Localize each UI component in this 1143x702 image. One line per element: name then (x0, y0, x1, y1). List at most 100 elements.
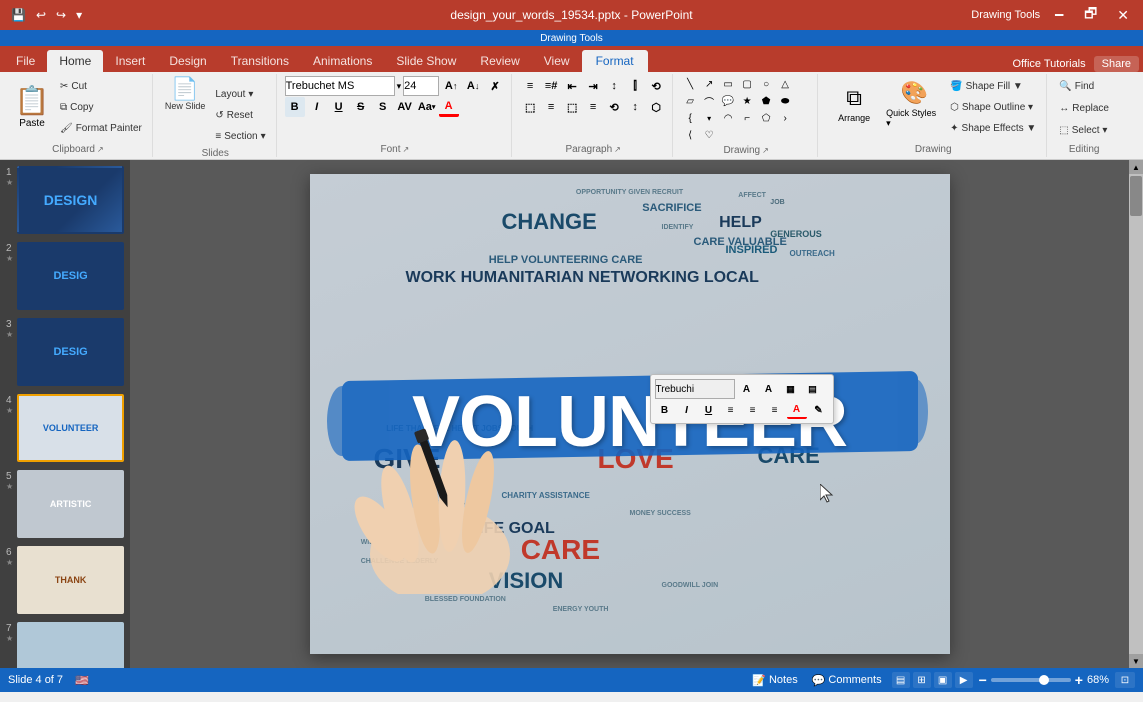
curve-shape[interactable]: ⌒ (700, 93, 718, 109)
line-shape[interactable]: ╲ (681, 76, 699, 92)
slide-6-thumb[interactable]: THANK (17, 546, 124, 614)
clear-format-button[interactable]: ✗ (485, 76, 505, 96)
slide-item-1[interactable]: 1 ★ DESIGN (4, 164, 126, 236)
slide-3-thumb[interactable]: DESIG (17, 318, 124, 386)
scroll-up-btn[interactable]: ▲ (1129, 160, 1143, 174)
font-size-select[interactable]: 24 (403, 76, 439, 96)
align-right-button[interactable]: ⬚ (562, 97, 582, 117)
mt-align-right[interactable]: ≡ (765, 401, 785, 419)
slideshow-btn[interactable]: ▶ (955, 672, 973, 688)
fit-slide-btn[interactable]: ⊡ (1115, 672, 1135, 688)
slide-sorter-btn[interactable]: ⊞ (913, 672, 931, 688)
connector-shape[interactable]: ⌐ (738, 110, 756, 126)
convert-smartart-button[interactable]: ⬡ (646, 97, 666, 117)
zoom-minus-btn[interactable]: − (979, 672, 987, 688)
grow-font-button[interactable]: A↑ (441, 76, 461, 96)
slide-2-thumb[interactable]: DESIG (17, 242, 124, 310)
line-spacing-button[interactable]: ↕ (604, 76, 624, 96)
bold-button[interactable]: B (285, 97, 305, 117)
slide-item-5[interactable]: 5 ★ ARTISTIC (4, 468, 126, 540)
slide-canvas[interactable]: OPPORTUNITY GIVEN RECRUIT SACRIFICE AFFE… (310, 174, 950, 654)
paste-button[interactable]: 📋 Paste (10, 76, 54, 136)
reading-view-btn[interactable]: ▣ (934, 672, 952, 688)
star-shape[interactable]: ★ (738, 93, 756, 109)
zoom-slider[interactable] (991, 678, 1071, 682)
slide-4-thumb[interactable]: VOLUNTEER (17, 394, 124, 462)
callout-shape[interactable]: 💬 (719, 93, 737, 109)
increase-indent-button[interactable]: ⇥ (583, 76, 603, 96)
align-left-button[interactable]: ⬚ (520, 97, 540, 117)
slide-item-7[interactable]: 7 ★ (4, 620, 126, 668)
arrange-button[interactable]: ⧉ Arrange (826, 76, 882, 132)
heart-shape[interactable]: ♡ (700, 127, 718, 143)
tab-insert[interactable]: Insert (103, 50, 157, 72)
notes-btn[interactable]: 📝 Notes (748, 673, 801, 688)
clipboard-expand-icon[interactable]: ↗ (97, 145, 104, 154)
ribbon-shape[interactable]: ⟨ (681, 127, 699, 143)
close-btn[interactable]: ✕ (1111, 5, 1135, 26)
tab-animations[interactable]: Animations (301, 50, 384, 72)
tab-transitions[interactable]: Transitions (219, 50, 301, 72)
paragraph-expand-icon[interactable]: ↗ (614, 145, 621, 154)
mt-font-color[interactable]: A (787, 401, 807, 419)
italic-button[interactable]: I (307, 97, 327, 117)
tab-view[interactable]: View (532, 50, 582, 72)
tab-design[interactable]: Design (157, 50, 218, 72)
arc-shape[interactable]: ◠ (719, 110, 737, 126)
mt-border-1[interactable]: ▦ (781, 380, 801, 398)
custom-shape[interactable]: ⬟ (757, 93, 775, 109)
quick-styles-button[interactable]: 🎨 Quick Styles ▾ (886, 76, 942, 132)
reset-button[interactable]: ↺ Reset (211, 105, 269, 125)
shrink-font-button[interactable]: A↓ (463, 76, 483, 96)
replace-button[interactable]: ↔ Replace (1055, 98, 1113, 118)
drawing-expand-icon[interactable]: ↗ (762, 146, 769, 155)
shape-outline-button[interactable]: ⬡ Shape Outline ▾ (946, 97, 1040, 117)
text-direction-button[interactable]: ⟲ (604, 97, 624, 117)
mt-font-size-up[interactable]: A (737, 380, 757, 398)
tri-shape[interactable]: △ (776, 76, 794, 92)
rect-shape[interactable]: ▭ (719, 76, 737, 92)
font-expand-icon[interactable]: ↗ (403, 145, 410, 154)
slide-7-thumb[interactable] (17, 622, 124, 668)
brace-shape[interactable]: { (681, 110, 699, 126)
strikethrough-button[interactable]: S (351, 97, 371, 117)
minimize-btn[interactable]: 🗕 (1048, 1, 1070, 29)
pentagon-shape[interactable]: ⬠ (757, 110, 775, 126)
para-shape[interactable]: ▱ (681, 93, 699, 109)
copy-button[interactable]: ⧉ Copy (56, 97, 146, 117)
shape-fill-button[interactable]: 🪣 Shape Fill ▼ (946, 76, 1040, 96)
mt-italic[interactable]: I (677, 401, 697, 419)
slide-item-3[interactable]: 3 ★ DESIG (4, 316, 126, 388)
cut-button[interactable]: ✂ Cut (56, 76, 146, 96)
tab-share[interactable]: Share (1094, 56, 1139, 72)
round-rect-shape[interactable]: ▢ (738, 76, 756, 92)
new-slide-button[interactable]: 📄 New Slide (161, 76, 210, 113)
numbering-button[interactable]: ≡# (541, 76, 561, 96)
mt-align-center[interactable]: ≡ (743, 401, 763, 419)
mt-highlight[interactable]: ✎ (809, 401, 829, 419)
find-button[interactable]: 🔍 Find (1055, 76, 1098, 96)
layout-button[interactable]: Layout▾ (211, 84, 269, 104)
more-shapes-btn[interactable]: ▾ (700, 110, 718, 126)
mt-underline[interactable]: U (699, 401, 719, 419)
select-button[interactable]: ⬚ Select ▾ (1055, 120, 1111, 140)
spacing-button[interactable]: AV (395, 97, 415, 117)
tab-office-tutorials[interactable]: Office Tutorials (1012, 58, 1085, 70)
mt-font-size-down[interactable]: A (759, 380, 779, 398)
mt-bold[interactable]: B (655, 401, 675, 419)
mt-font-select[interactable]: Trebuchi (655, 379, 735, 399)
slide-item-4[interactable]: 4 ★ VOLUNTEER (4, 392, 126, 464)
tab-review[interactable]: Review (468, 50, 531, 72)
columns-button[interactable]: ⫿ (625, 76, 645, 96)
comments-btn[interactable]: 💬 Comments (808, 673, 886, 688)
slide-item-2[interactable]: 2 ★ DESIG (4, 240, 126, 312)
save-icon[interactable]: 💾 (8, 6, 29, 24)
font-family-select[interactable]: Trebuchet MS (285, 76, 395, 96)
tab-slideshow[interactable]: Slide Show (384, 50, 468, 72)
customize-icon[interactable]: ▾ (73, 6, 85, 24)
decrease-indent-button[interactable]: ⇤ (562, 76, 582, 96)
cylinder-shape[interactable]: ⬬ (776, 93, 794, 109)
format-painter-button[interactable]: 🖌 Format Painter (56, 118, 146, 138)
slide-5-thumb[interactable]: ARTISTIC (17, 470, 124, 538)
bullets-button[interactable]: ≡ (520, 76, 540, 96)
